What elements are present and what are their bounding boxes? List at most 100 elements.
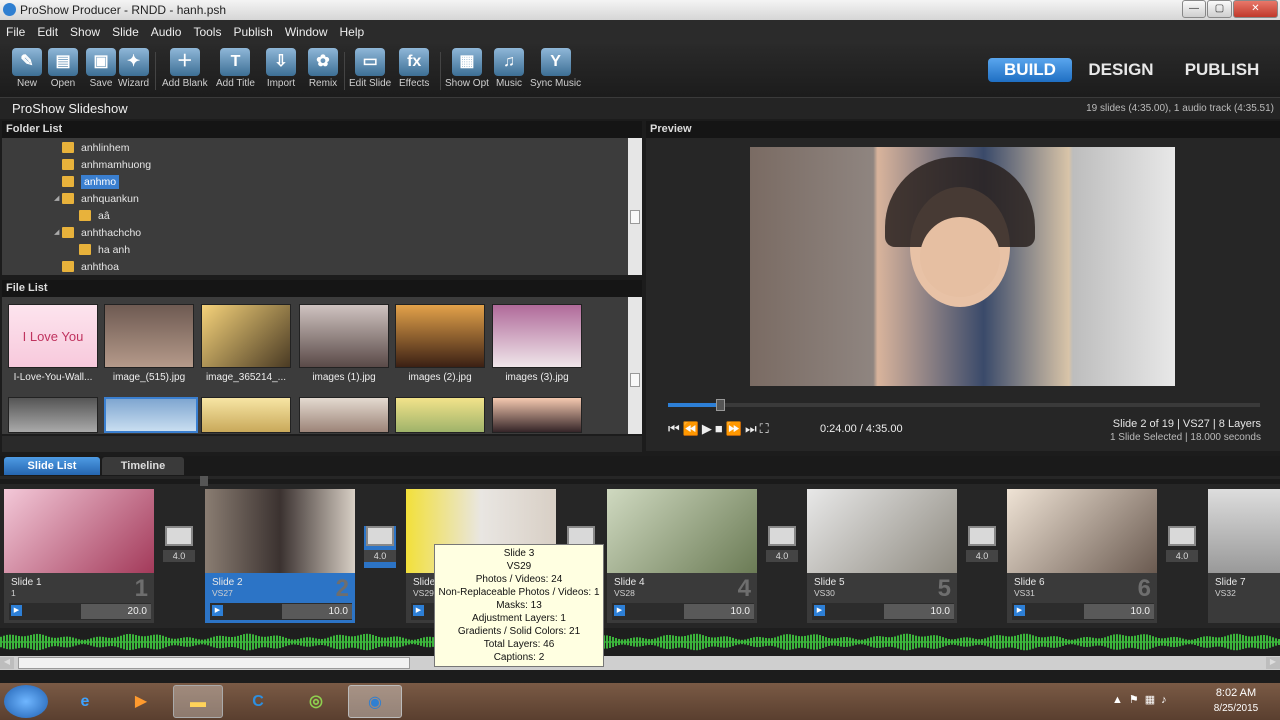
folder-scrollbar[interactable] xyxy=(628,138,642,275)
skip-start-icon[interactable]: ⏮ xyxy=(668,421,683,436)
preview-progress-track[interactable] xyxy=(668,403,1260,407)
slide-item[interactable]: Slide 5 VS30 5 ▶ 10.0 xyxy=(807,489,957,623)
audio-waveform[interactable] xyxy=(0,628,1280,656)
menu-edit[interactable]: Edit xyxy=(31,20,64,44)
slide-item[interactable]: Slide 7 VS32 xyxy=(1208,489,1280,623)
build-mode-button[interactable]: BUILD xyxy=(988,58,1072,82)
transition-item[interactable]: 4.0 xyxy=(163,526,195,568)
slide-duration[interactable]: 10.0 xyxy=(884,604,954,619)
panel-splitter[interactable] xyxy=(2,436,642,452)
slide-play-icon[interactable]: ▶ xyxy=(11,605,22,616)
windows-start-icon[interactable] xyxy=(4,685,48,718)
scroll-right-icon[interactable]: ▶ xyxy=(1266,657,1280,669)
action-center-flag-icon[interactable]: ⚑ xyxy=(1129,694,1145,706)
file-scroll-thumb[interactable] xyxy=(630,373,640,387)
show-hidden-icons-icon[interactable]: ▲ xyxy=(1112,694,1129,706)
folder-item[interactable]: anhmo xyxy=(62,174,120,190)
media-player-icon[interactable]: ▶ xyxy=(116,685,166,718)
file-explorer-icon[interactable]: ▬ xyxy=(173,685,223,718)
import-button[interactable]: ⇩ Import xyxy=(266,48,296,89)
transition-item[interactable]: 4.0 xyxy=(1166,526,1198,568)
chrome-icon[interactable]: ◎ xyxy=(291,685,341,718)
slide-position-marker[interactable] xyxy=(200,476,208,486)
maximize-button[interactable]: ▢ xyxy=(1207,0,1232,18)
transition-item[interactable]: 4.0 xyxy=(966,526,998,568)
folder-item[interactable]: anhlinhem xyxy=(62,140,129,156)
sync-music-button[interactable]: Y Sync Music xyxy=(530,48,581,89)
menu-audio[interactable]: Audio xyxy=(145,20,188,44)
folder-item[interactable]: anhmamhuong xyxy=(62,157,151,173)
effects-button[interactable]: fx Effects xyxy=(399,48,429,89)
slide-play-icon[interactable]: ▶ xyxy=(212,605,223,616)
proshow-icon[interactable]: ◉ xyxy=(348,685,402,718)
menu-help[interactable]: Help xyxy=(334,20,371,44)
volume-icon[interactable]: ♪ xyxy=(1161,694,1173,706)
expand-arrow-icon[interactable]: ◢ xyxy=(54,225,59,241)
save-button[interactable]: ▣ Save xyxy=(86,48,116,89)
file-item[interactable]: image_365214_... xyxy=(198,304,294,383)
slide-item[interactable]: Slide 2 VS27 2 ▶ 10.0 xyxy=(205,489,355,623)
slide-play-icon[interactable]: ▶ xyxy=(614,605,625,616)
slide-list-scroll-thumb[interactable] xyxy=(18,657,410,669)
file-thumbnail[interactable] xyxy=(299,397,389,433)
slide-item[interactable]: Slide 6 VS31 6 ▶ 10.0 xyxy=(1007,489,1157,623)
clock-date[interactable]: 8/25/2015 xyxy=(1205,703,1267,714)
menu-tools[interactable]: Tools xyxy=(187,20,227,44)
file-item[interactable]: image_(515).jpg xyxy=(101,304,197,383)
wizard-button[interactable]: ✦ Wizard xyxy=(118,48,149,89)
edit-slide-button[interactable]: ▭ Edit Slide xyxy=(349,48,391,89)
remix-button[interactable]: ✿ Remix xyxy=(308,48,338,89)
menu-window[interactable]: Window xyxy=(279,20,334,44)
file-item[interactable]: images (1).jpg xyxy=(296,304,392,383)
slide-item[interactable]: Slide 1 1 1 ▶ 20.0 xyxy=(4,489,154,623)
preview-progress-handle[interactable] xyxy=(715,399,725,411)
menu-show[interactable]: Show xyxy=(64,20,106,44)
menu-file[interactable]: File xyxy=(0,20,31,44)
file-thumbnail[interactable] xyxy=(104,397,198,433)
transition-item[interactable]: 4.0 xyxy=(766,526,798,568)
show-opt-button[interactable]: ▦ Show Opt xyxy=(445,48,489,89)
slide-duration[interactable]: 10.0 xyxy=(684,604,754,619)
new-button[interactable]: ✎ New xyxy=(12,48,42,89)
file-item[interactable]: images (3).jpg xyxy=(489,304,585,383)
slide-item[interactable]: Slide 4 VS28 4 ▶ 10.0 xyxy=(607,489,757,623)
file-thumbnail[interactable] xyxy=(201,397,291,433)
add-blank-button[interactable]: ＋ Add Blank xyxy=(162,48,208,89)
slide-play-icon[interactable]: ▶ xyxy=(413,605,424,616)
play-icon[interactable]: ▶ xyxy=(702,421,715,436)
folder-item[interactable]: ha anh xyxy=(79,242,130,258)
network-icon[interactable]: ▦ xyxy=(1145,694,1161,706)
fullscreen-icon[interactable]: ⛶ xyxy=(760,421,772,436)
transition-item[interactable]: 4.0 xyxy=(364,526,396,568)
folder-item[interactable]: ◢ anhquankun xyxy=(54,191,139,207)
folder-scroll-thumb[interactable] xyxy=(630,210,640,224)
file-scrollbar[interactable] xyxy=(628,297,642,434)
folder-item[interactable]: anhthoa xyxy=(62,259,119,275)
slide-play-icon[interactable]: ▶ xyxy=(1014,605,1025,616)
add-title-button[interactable]: T Add Title xyxy=(216,48,255,89)
slide-duration[interactable]: 10.0 xyxy=(282,604,352,619)
file-thumbnail[interactable] xyxy=(492,397,582,433)
stop-icon[interactable]: ■ xyxy=(715,421,726,436)
rewind-icon[interactable]: ⏪ xyxy=(683,421,702,436)
tab-timeline[interactable]: Timeline xyxy=(102,457,184,475)
close-button[interactable]: ✕ xyxy=(1233,0,1278,18)
skip-end-icon[interactable]: ⏭ xyxy=(745,421,760,436)
folder-item[interactable]: aâ xyxy=(79,208,110,224)
open-button[interactable]: ▤ Open xyxy=(48,48,78,89)
file-item[interactable]: images (2).jpg xyxy=(392,304,488,383)
design-mode-button[interactable]: DESIGN xyxy=(1082,58,1160,82)
file-thumbnail[interactable] xyxy=(395,397,485,433)
clock-time[interactable]: 8:02 AM xyxy=(1209,687,1263,699)
scroll-left-icon[interactable]: ◀ xyxy=(0,657,14,669)
file-item[interactable]: I Love You I-Love-You-Wall... xyxy=(5,304,101,383)
menu-slide[interactable]: Slide xyxy=(106,20,145,44)
slide-play-icon[interactable]: ▶ xyxy=(814,605,825,616)
ccleaner-icon[interactable]: C xyxy=(233,685,283,718)
expand-arrow-icon[interactable]: ◢ xyxy=(54,191,59,207)
file-thumbnail[interactable] xyxy=(8,397,98,433)
slide-list-scrollbar[interactable]: ◀ ▶ xyxy=(0,656,1280,670)
publish-mode-button[interactable]: PUBLISH xyxy=(1176,58,1268,82)
slide-duration[interactable]: 20.0 xyxy=(81,604,151,619)
internet-explorer-icon[interactable]: e xyxy=(60,685,110,718)
